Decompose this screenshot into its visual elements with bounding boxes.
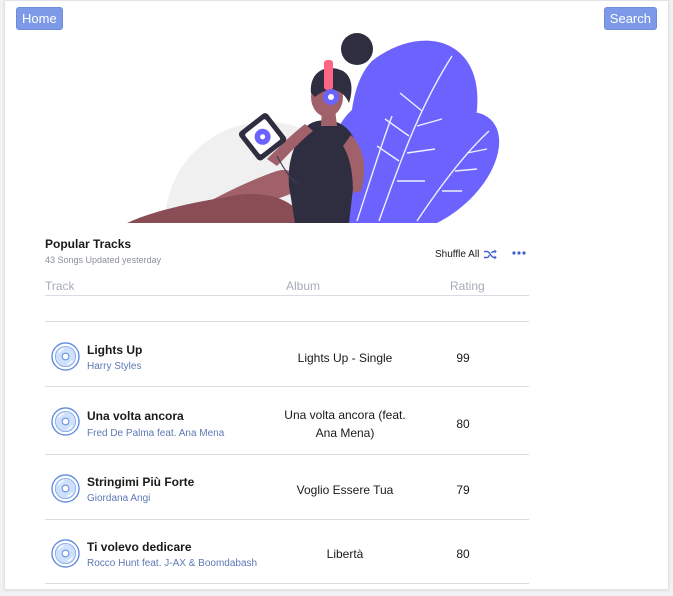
vinyl-disc-icon bbox=[51, 342, 80, 371]
home-button[interactable]: Home bbox=[16, 7, 63, 30]
column-header-track[interactable]: Track bbox=[45, 279, 75, 293]
shuffle-icon bbox=[484, 249, 498, 260]
table-header: Track Album Rating bbox=[45, 279, 529, 296]
table-row[interactable]: Una volta ancora Fred De Palma feat. Ana… bbox=[45, 387, 529, 455]
hero-illustration bbox=[127, 33, 500, 223]
track-title[interactable]: Una volta ancora bbox=[87, 409, 184, 423]
track-title[interactable]: Stringimi Più Forte bbox=[87, 475, 194, 489]
vinyl-disc-icon bbox=[51, 539, 80, 568]
section-title: Popular Tracks bbox=[45, 237, 132, 251]
track-artist[interactable]: Fred De Palma feat. Ana Mena bbox=[87, 428, 224, 439]
app-card: Home Search Popular Tracks 43 Songs Upda… bbox=[4, 0, 669, 590]
track-title[interactable]: Ti volevo dedicare bbox=[87, 540, 192, 554]
track-artist[interactable]: Giordana Angi bbox=[87, 493, 150, 504]
search-button[interactable]: Search bbox=[603, 7, 657, 30]
column-header-album[interactable]: Album bbox=[286, 279, 320, 293]
track-album: Lights Up - Single bbox=[297, 351, 393, 365]
track-album: Una volta ancora (feat. Ana Mena) bbox=[284, 408, 406, 440]
track-rating: 80 bbox=[456, 547, 470, 561]
track-artist[interactable]: Rocco Hunt feat. J-AX & Boomdabash bbox=[87, 558, 257, 569]
track-rating: 80 bbox=[456, 417, 470, 431]
table-row[interactable]: Stringimi Più Forte Giordana Angi Voglio… bbox=[45, 455, 529, 520]
shuffle-all-label: Shuffle All bbox=[435, 249, 480, 260]
column-header-rating[interactable]: Rating bbox=[450, 279, 485, 293]
table-row[interactable]: Lights Up Harry Styles Lights Up - Singl… bbox=[45, 322, 529, 387]
track-title[interactable]: Lights Up bbox=[87, 343, 142, 357]
track-rating: 79 bbox=[456, 483, 470, 497]
shuffle-all-button[interactable]: Shuffle All bbox=[435, 249, 498, 260]
more-icon[interactable] bbox=[511, 245, 527, 261]
track-rating: 99 bbox=[456, 351, 470, 365]
section-subtitle: 43 Songs Updated yesterday bbox=[45, 255, 162, 265]
track-artist[interactable]: Harry Styles bbox=[87, 361, 141, 372]
vinyl-disc-icon bbox=[51, 474, 80, 503]
more-dots bbox=[512, 251, 526, 255]
track-album: Voglio Essere Tua bbox=[296, 483, 394, 497]
table-row[interactable]: Ti volevo dedicare Rocco Hunt feat. J-AX… bbox=[45, 520, 529, 584]
track-album: Libertà bbox=[326, 547, 364, 561]
vinyl-disc-icon bbox=[51, 407, 80, 436]
